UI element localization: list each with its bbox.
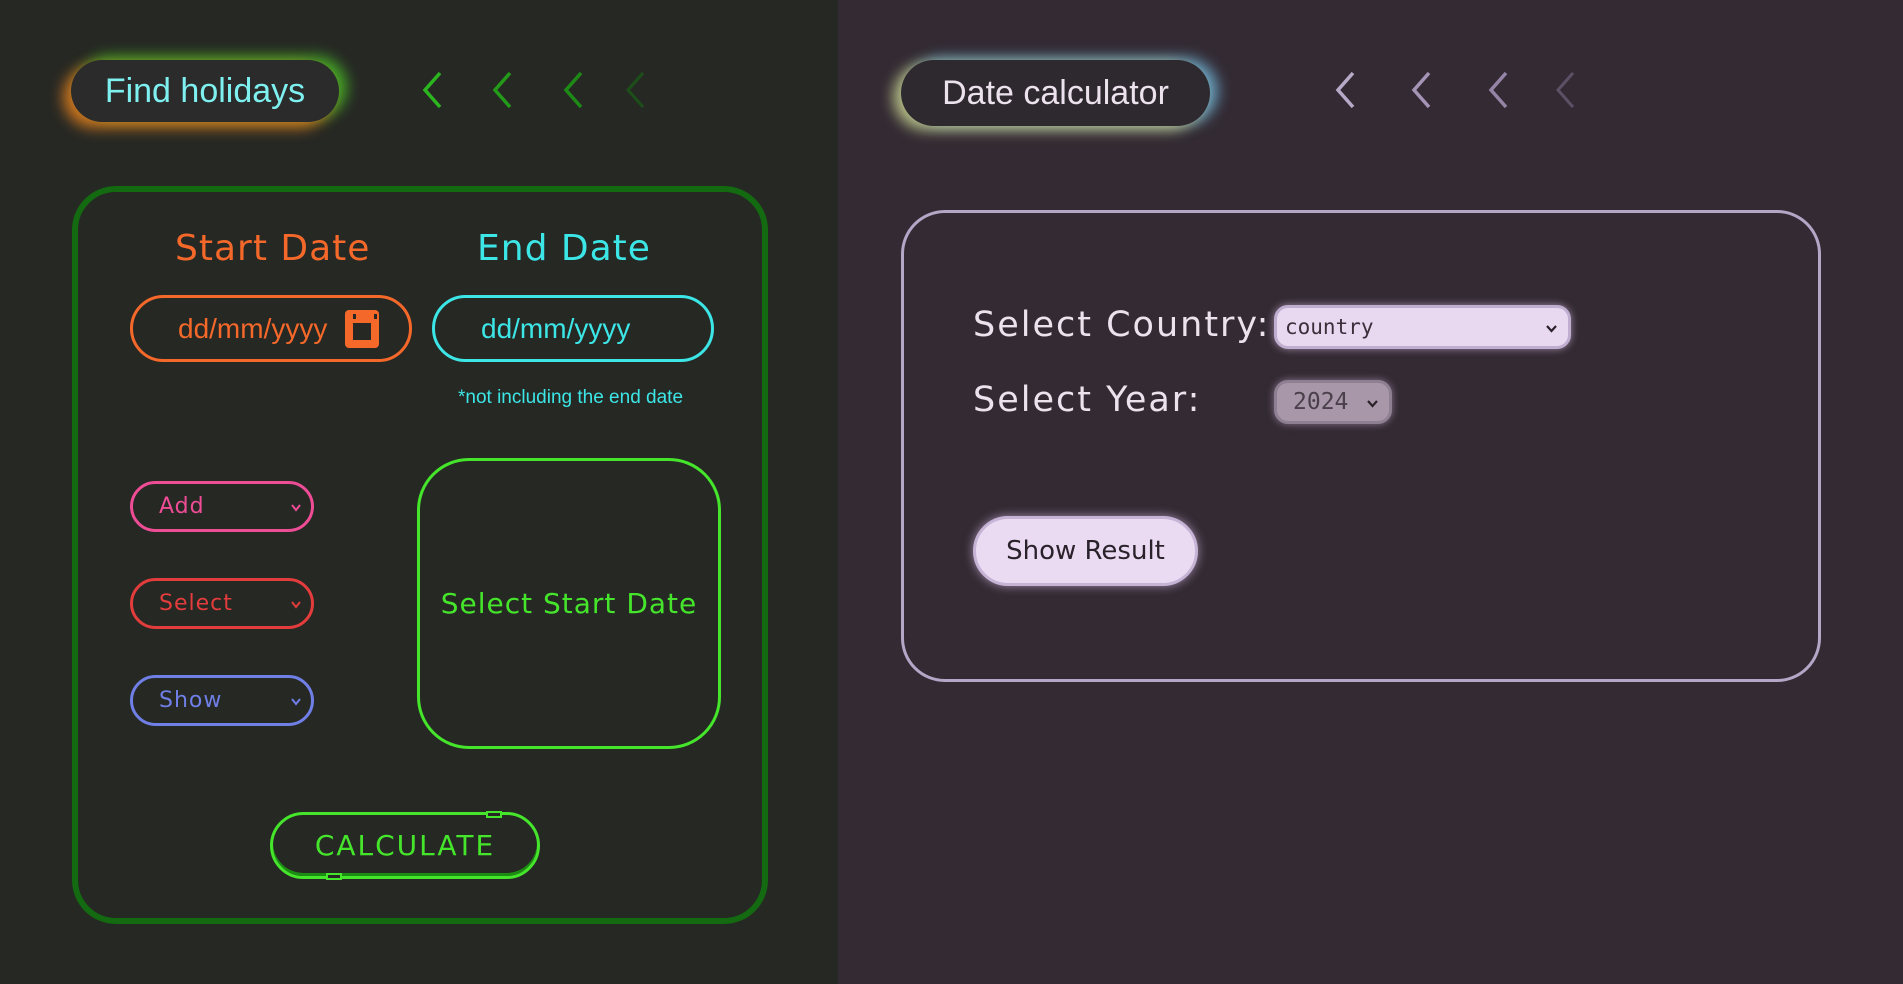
country-label: Select Country:	[973, 305, 1271, 345]
start-date-placeholder: dd/mm/yyyy	[178, 312, 328, 344]
unit-select[interactable]: Select	[130, 578, 314, 629]
end-date-placeholder: dd/mm/yyyy	[481, 312, 631, 344]
operation-select[interactable]: Add	[130, 481, 314, 532]
chevron-down-icon	[1367, 400, 1378, 408]
chevron-down-icon	[1546, 325, 1557, 333]
chevron-left-icon[interactable]	[623, 70, 649, 110]
result-display: Select Start Date	[417, 458, 721, 749]
country-select[interactable]: country	[1274, 305, 1571, 349]
chevron-down-icon	[291, 601, 301, 609]
show-select[interactable]: Show	[130, 675, 314, 726]
date-calculator-frame	[901, 210, 1821, 682]
chevron-left-icon[interactable]	[490, 70, 516, 110]
find-holidays-button[interactable]: Find holidays	[71, 60, 339, 122]
country-select-value: country	[1285, 315, 1374, 339]
start-date-label: Start Date	[175, 228, 371, 269]
chevron-left-icon[interactable]	[1486, 70, 1512, 110]
calendar-icon[interactable]	[345, 310, 379, 348]
show-select-value: Show	[159, 688, 223, 713]
operation-select-value: Add	[159, 494, 205, 519]
start-date-input[interactable]: dd/mm/yyyy	[130, 295, 412, 362]
button-accent-mark	[486, 811, 502, 818]
year-select[interactable]: 2024	[1274, 380, 1392, 424]
end-date-input[interactable]: dd/mm/yyyy	[432, 295, 714, 362]
calculate-button[interactable]: CALCULATE	[270, 812, 540, 879]
unit-select-value: Select	[159, 591, 233, 616]
chevron-down-icon	[291, 504, 301, 512]
date-calculator-button[interactable]: Date calculator	[901, 60, 1210, 126]
result-text: Select Start Date	[440, 587, 698, 620]
chevron-left-icon[interactable]	[1553, 70, 1579, 110]
button-accent-mark	[326, 873, 342, 880]
chevron-left-icon[interactable]	[561, 70, 587, 110]
chevron-left-icon[interactable]	[420, 70, 446, 110]
end-date-label: End Date	[477, 228, 651, 269]
end-date-note: *not including the end date	[458, 387, 684, 408]
year-select-value: 2024	[1293, 389, 1349, 415]
chevron-left-icon[interactable]	[1333, 70, 1359, 110]
year-label: Select Year:	[973, 380, 1202, 420]
chevron-down-icon	[291, 698, 301, 706]
chevron-left-icon[interactable]	[1409, 70, 1435, 110]
show-result-button[interactable]: Show Result	[973, 516, 1198, 586]
